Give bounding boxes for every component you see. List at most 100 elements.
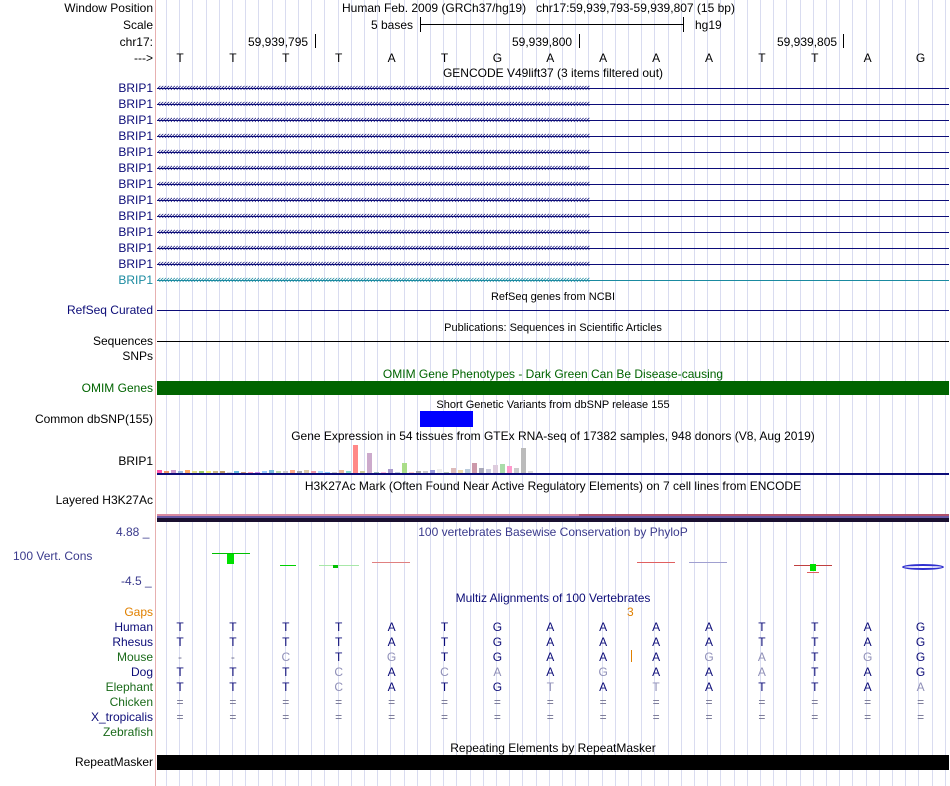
alignment-base: =	[388, 695, 396, 709]
refseq-feature[interactable]	[157, 310, 949, 311]
gencode-gene-label[interactable]: BRIP1	[118, 209, 153, 224]
species-label[interactable]: Elephant	[106, 680, 153, 695]
gtex-tissue-bar[interactable]	[353, 445, 358, 473]
gencode-transcript[interactable]: ‹‹‹‹‹‹‹‹‹‹‹‹‹‹‹‹‹‹‹‹‹‹‹‹‹‹‹‹‹‹‹‹‹‹‹‹‹‹‹‹…	[157, 227, 949, 239]
gtex-tissue-bar[interactable]	[472, 463, 477, 473]
gencode-gene-label[interactable]: BRIP1	[118, 273, 153, 288]
refseq-label[interactable]: RefSeq Curated	[67, 303, 153, 318]
gencode-transcript[interactable]: ‹‹‹‹‹‹‹‹‹‹‹‹‹‹‹‹‹‹‹‹‹‹‹‹‹‹‹‹‹‹‹‹‹‹‹‹‹‹‹‹…	[157, 259, 949, 271]
gencode-gene-label[interactable]: BRIP1	[118, 257, 153, 272]
gencode-transcript[interactable]: ‹‹‹‹‹‹‹‹‹‹‹‹‹‹‹‹‹‹‹‹‹‹‹‹‹‹‹‹‹‹‹‹‹‹‹‹‹‹‹‹…	[157, 131, 949, 143]
gencode-gene-label[interactable]: BRIP1	[118, 113, 153, 128]
gencode-gene-label[interactable]: BRIP1	[118, 97, 153, 112]
alignment-base: A	[387, 680, 396, 694]
alignment-base: A	[387, 665, 396, 679]
transcript-line	[157, 88, 949, 89]
alignment-base: T	[440, 650, 449, 664]
phylop-graph[interactable]	[157, 540, 949, 585]
gtex-tissue-bar[interactable]	[493, 465, 498, 473]
ruler-tick-mark	[579, 34, 580, 48]
gencode-gene-label[interactable]: BRIP1	[118, 129, 153, 144]
publications-track-title[interactable]: Publications: Sequences in Scientific Ar…	[157, 321, 949, 336]
repeatmasker-label[interactable]: RepeatMasker	[75, 755, 153, 770]
gencode-transcript[interactable]: ‹‹‹‹‹‹‹‹‹‹‹‹‹‹‹‹‹‹‹‹‹‹‹‹‹‹‹‹‹‹‹‹‹‹‹‹‹‹‹‹…	[157, 147, 949, 159]
alignment-base: G	[386, 650, 397, 664]
alignment-base: =	[282, 695, 290, 709]
gtex-tissue-bar[interactable]	[521, 448, 526, 473]
gtex-tissue-bar[interactable]	[500, 464, 505, 473]
refseq-track-title[interactable]: RefSeq genes from NCBI	[157, 290, 949, 305]
gencode-transcript[interactable]: ‹‹‹‹‹‹‹‹‹‹‹‹‹‹‹‹‹‹‹‹‹‹‹‹‹‹‹‹‹‹‹‹‹‹‹‹‹‹‹‹…	[157, 211, 949, 223]
gencode-gene-label[interactable]: BRIP1	[118, 81, 153, 96]
dna-base: G	[492, 51, 503, 65]
gencode-transcript[interactable]: ‹‹‹‹‹‹‹‹‹‹‹‹‹‹‹‹‹‹‹‹‹‹‹‹‹‹‹‹‹‹‹‹‹‹‹‹‹‹‹‹…	[157, 83, 949, 95]
alignment-base: T	[282, 680, 290, 694]
species-label[interactable]: Dog	[131, 665, 153, 680]
multiz-track-title[interactable]: Multiz Alignments of 100 Vertebrates	[157, 591, 949, 606]
snps-label[interactable]: SNPs	[122, 349, 153, 364]
alignment-base: =	[388, 710, 396, 724]
dna-base: A	[652, 51, 661, 65]
alignment-base: A	[652, 620, 661, 634]
alignment-base: =	[917, 695, 925, 709]
alignment-base: =	[652, 695, 660, 709]
gencode-transcript[interactable]: ‹‹‹‹‹‹‹‹‹‹‹‹‹‹‹‹‹‹‹‹‹‹‹‹‹‹‹‹‹‹‹‹‹‹‹‹‹‹‹‹…	[157, 99, 949, 111]
repeatmasker-feature[interactable]	[157, 755, 949, 770]
repeatmasker-track-title[interactable]: Repeating Elements by RepeatMasker	[157, 741, 949, 756]
gtex-tissue-bar[interactable]	[367, 453, 372, 473]
alignment-base: =	[229, 695, 237, 709]
h3k27ac-signal[interactable]	[157, 514, 949, 522]
gencode-transcript[interactable]: ‹‹‹‹‹‹‹‹‹‹‹‹‹‹‹‹‹‹‹‹‹‹‹‹‹‹‹‹‹‹‹‹‹‹‹‹‹‹‹‹…	[157, 195, 949, 207]
alignment-base: T	[282, 635, 290, 649]
gencode-gene-label[interactable]: BRIP1	[118, 225, 153, 240]
gencode-gene-label[interactable]: BRIP1	[118, 177, 153, 192]
transcript-line	[157, 104, 949, 105]
gencode-track-title[interactable]: GENCODE V49lift37 (3 items filtered out)	[157, 66, 949, 81]
dbsnp-label[interactable]: Common dbSNP(155)	[35, 412, 153, 427]
gtex-tissue-bar[interactable]	[402, 463, 407, 473]
h3k27ac-label[interactable]: Layered H3K27Ac	[56, 493, 153, 508]
h3k27ac-track-title[interactable]: H3K27Ac Mark (Often Found Near Active Re…	[157, 479, 949, 494]
species-label[interactable]: X_tropicalis	[91, 710, 153, 725]
alignment-base: A	[863, 620, 872, 634]
gencode-transcript[interactable]: ‹‹‹‹‹‹‹‹‹‹‹‹‹‹‹‹‹‹‹‹‹‹‹‹‹‹‹‹‹‹‹‹‹‹‹‹‹‹‹‹…	[157, 243, 949, 255]
gencode-transcript[interactable]: ‹‹‹‹‹‹‹‹‹‹‹‹‹‹‹‹‹‹‹‹‹‹‹‹‹‹‹‹‹‹‹‹‹‹‹‹‹‹‹‹…	[157, 163, 949, 175]
alignment-base: A	[652, 665, 661, 679]
gencode-transcript[interactable]: ‹‹‹‹‹‹‹‹‹‹‹‹‹‹‹‹‹‹‹‹‹‹‹‹‹‹‹‹‹‹‹‹‹‹‹‹‹‹‹‹…	[157, 179, 949, 191]
alignment-base: A	[863, 665, 872, 679]
omim-feature[interactable]	[157, 381, 949, 395]
publications-feature[interactable]	[157, 341, 949, 342]
gtex-tissue-bar[interactable]	[507, 466, 512, 473]
gencode-gene-label[interactable]: BRIP1	[118, 161, 153, 176]
alignment-base: G	[915, 620, 926, 634]
species-label[interactable]: Rhesus	[112, 635, 153, 650]
gencode-transcript[interactable]: ‹‹‹‹‹‹‹‹‹‹‹‹‹‹‹‹‹‹‹‹‹‹‹‹‹‹‹‹‹‹‹‹‹‹‹‹‹‹‹‹…	[157, 115, 949, 127]
species-label[interactable]: Mouse	[117, 650, 153, 665]
alignment-base: T	[282, 620, 290, 634]
dna-base: T	[176, 51, 184, 65]
alignment-base: T	[440, 620, 449, 634]
publications-label[interactable]: Sequences	[93, 334, 153, 349]
gencode-gene-label[interactable]: BRIP1	[118, 193, 153, 208]
dbsnp-variant[interactable]	[420, 411, 473, 427]
gencode-gene-label[interactable]: BRIP1	[118, 145, 153, 160]
alignment-base: T	[335, 650, 343, 664]
alignment-base: G	[492, 680, 503, 694]
dbsnp-track-title[interactable]: Short Genetic Variants from dbSNP releas…	[157, 398, 949, 413]
species-label[interactable]: Chicken	[110, 695, 153, 710]
gtex-track-title[interactable]: Gene Expression in 54 tissues from GTEx …	[157, 429, 949, 444]
alignment-base: A	[387, 620, 396, 634]
phylop-track-title[interactable]: 100 vertebrates Basewise Conservation by…	[157, 525, 949, 540]
species-label[interactable]: Human	[114, 620, 153, 635]
alignment-base: C	[334, 665, 344, 679]
omim-label[interactable]: OMIM Genes	[82, 381, 153, 396]
gtex-bar-graph[interactable]	[157, 443, 537, 473]
phylop-label[interactable]: 100 Vert. Cons	[13, 549, 92, 563]
omim-track-title[interactable]: OMIM Gene Phenotypes - Dark Green Can Be…	[157, 367, 949, 382]
gtex-label[interactable]: BRIP1	[118, 454, 153, 469]
gencode-transcript[interactable]: ‹‹‹‹‹‹‹‹‹‹‹‹‹‹‹‹‹‹‹‹‹‹‹‹‹‹‹‹‹‹‹‹‹‹‹‹‹‹‹‹…	[157, 275, 949, 287]
gencode-gene-label[interactable]: BRIP1	[118, 241, 153, 256]
alignment-base: =	[176, 695, 184, 709]
species-label[interactable]: Zebrafish	[103, 725, 153, 740]
transcript-line	[157, 136, 949, 137]
